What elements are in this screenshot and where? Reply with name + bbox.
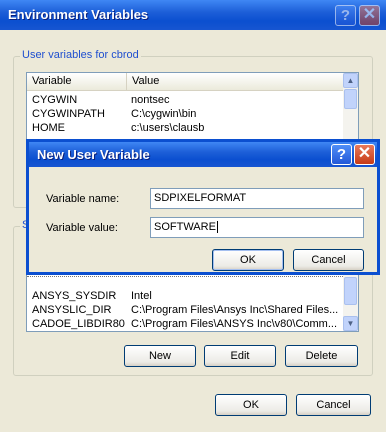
user-variables-group-title: User variables for cbrod [20, 49, 141, 61]
variable-name-label: Variable name: [46, 193, 120, 205]
row-variable: ANSYS_SYSDIR [32, 290, 117, 302]
row-value: C:\cygwin\bin [131, 108, 197, 120]
row-variable: ANSYSLIC_DIR [32, 304, 112, 316]
scroll-down-arrow-icon[interactable]: ▼ [343, 316, 358, 331]
delete-button[interactable]: Delete [285, 345, 358, 367]
row-variable: CADOE_LIBDIR80 [32, 318, 125, 330]
ok-button[interactable]: OK [215, 394, 287, 416]
row-value: Intel [131, 290, 152, 302]
partially-hidden-row [27, 276, 343, 281]
user-list-scrollbar[interactable]: ▲ [343, 73, 358, 143]
row-value: C:\Program Files\ANSYS Inc\v80\Comm... [131, 318, 337, 330]
row-variable: CYGWIN [32, 94, 78, 106]
scroll-thumb[interactable] [344, 277, 357, 305]
row-variable: CYGWINPATH [32, 108, 105, 120]
variable-name-field[interactable]: SDPIXELFORMAT [150, 188, 364, 209]
edit-button[interactable]: Edit [204, 345, 276, 367]
scroll-up-arrow-icon[interactable]: ▲ [343, 73, 358, 88]
dialog-help-button[interactable]: ? [331, 144, 352, 165]
text-caret [216, 221, 218, 234]
row-value: C:\Program Files\Ansys Inc\Shared Files.… [131, 304, 339, 316]
dialog-ok-button[interactable]: OK [212, 249, 284, 271]
window-title: Environment Variables [8, 7, 149, 22]
question-mark-icon: ? [336, 146, 347, 163]
question-mark-icon: ? [340, 7, 351, 24]
variable-value-field[interactable]: SOFTWARE [150, 217, 364, 238]
variable-value-label: Variable value: [46, 222, 118, 234]
new-user-variable-dialog: New User Variable ? ✕ Variable name: SDP… [26, 139, 380, 275]
column-header-variable[interactable]: Variable [27, 73, 127, 90]
user-list-header: Variable Value [27, 73, 343, 91]
scroll-thumb[interactable] [344, 89, 357, 109]
dialog-cancel-button[interactable]: Cancel [293, 249, 364, 271]
close-icon: ✕ [357, 145, 372, 162]
row-value: c:\users\clausb [131, 122, 205, 134]
row-variable: HOME [32, 122, 65, 134]
new-button[interactable]: New [124, 345, 196, 367]
variable-name-value: SDPIXELFORMAT [154, 192, 247, 204]
window-title-bar[interactable]: Environment Variables ? ✕ [0, 0, 386, 30]
row-value: nontsec [131, 94, 170, 106]
close-icon: ✕ [362, 6, 377, 23]
dialog-title: New User Variable [37, 147, 150, 162]
cancel-button[interactable]: Cancel [296, 394, 371, 416]
dialog-title-bar[interactable]: New User Variable ? ✕ [29, 142, 377, 167]
help-button[interactable]: ? [335, 5, 356, 26]
close-button[interactable]: ✕ [359, 5, 380, 26]
column-header-value[interactable]: Value [127, 73, 343, 90]
variable-value-value: SOFTWARE [154, 221, 216, 233]
dialog-close-button[interactable]: ✕ [354, 144, 375, 165]
user-variables-list[interactable]: Variable Value CYGWIN nontsec CYGWINPATH… [26, 72, 359, 144]
